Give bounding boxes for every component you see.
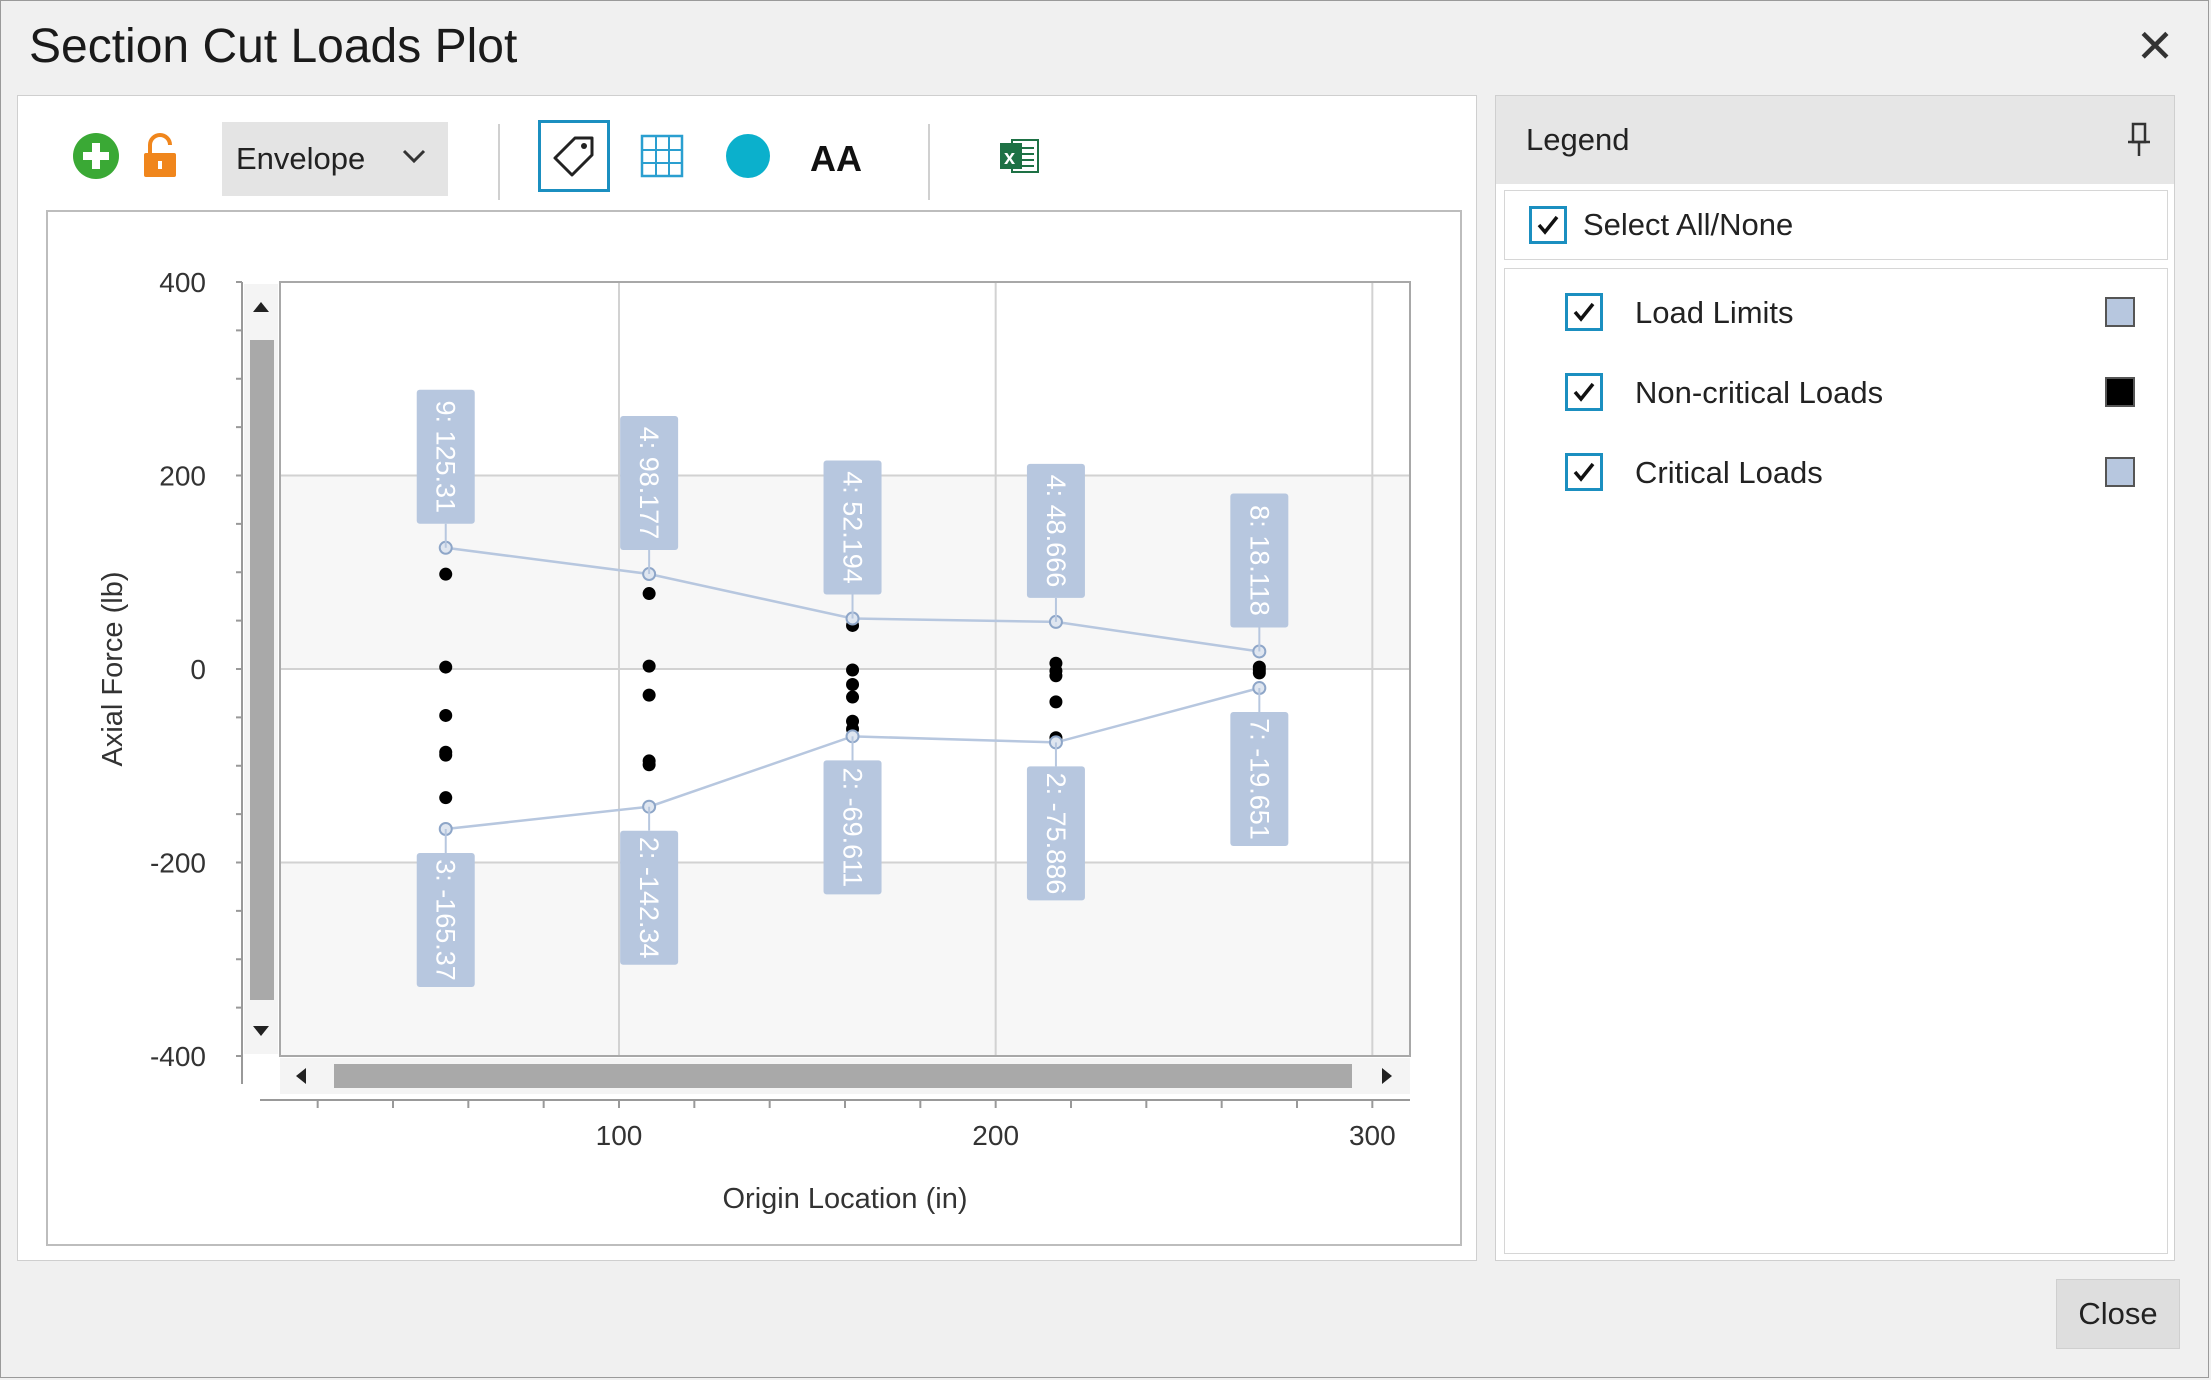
checkmark-icon — [1537, 215, 1559, 235]
non-critical-load-point — [846, 663, 860, 677]
tag-icon[interactable] — [538, 120, 610, 192]
non-critical-load-point — [642, 688, 656, 702]
svg-text:x: x — [1004, 147, 1015, 169]
close-icon[interactable]: ✕ — [2132, 23, 2178, 69]
toolbar-separator — [498, 124, 500, 200]
legend-item-label: Load Limits — [1635, 295, 1794, 330]
critical-loads-checkbox[interactable] — [1565, 453, 1603, 491]
x-axis-label: Origin Location (in) — [723, 1183, 968, 1215]
y-tick-label: 400 — [159, 267, 206, 298]
legend-item-label: Non-critical Loads — [1635, 375, 1884, 410]
legend-header: Legend — [1496, 96, 2174, 184]
scrollbar-thumb — [334, 1064, 1352, 1088]
non-critical-load-point — [1049, 669, 1063, 683]
select-all-row[interactable]: Select All/None — [1504, 190, 2168, 260]
pin-icon[interactable] — [2124, 120, 2154, 165]
scrollbar-thumb — [250, 340, 274, 1000]
toolbar-separator — [928, 124, 930, 200]
unlock-icon[interactable] — [124, 120, 196, 192]
x-tick-label: 300 — [1349, 1120, 1396, 1151]
y-tick-label: -200 — [150, 848, 206, 879]
non-critical-load-point — [642, 587, 656, 601]
vertical-scrollbar[interactable] — [244, 284, 278, 1054]
select-all-checkbox[interactable] — [1529, 206, 1567, 244]
load-limits-checkbox[interactable] — [1565, 293, 1603, 331]
checkmark-icon — [1573, 302, 1595, 322]
display-mode-dropdown[interactable]: Envelope — [222, 122, 448, 196]
data-label: 3: -165.37 — [431, 859, 461, 981]
checkmark-icon — [1573, 462, 1595, 482]
y-tick-label: 200 — [159, 461, 206, 492]
x-tick-label: 100 — [596, 1120, 643, 1151]
non-critical-load-point — [439, 567, 453, 581]
select-all-label: Select All/None — [1583, 207, 1794, 242]
legend-panel: Legend Select All/None Load Limits Non-c… — [1495, 95, 2175, 1261]
chevron-down-icon — [398, 140, 430, 180]
data-label: 4: 98.177 — [634, 427, 664, 540]
dialog-window: Section Cut Loads Plot ✕ Envelope A A x … — [0, 0, 2209, 1378]
y-axis-label: Axial Force (lb) — [97, 572, 129, 767]
data-label: 7: -19.651 — [1244, 718, 1274, 840]
legend-swatch[interactable] — [2105, 297, 2135, 327]
plot-panel: Envelope AA x 400 200 0 -200 -400 100 20… — [17, 95, 1477, 1261]
color-circle-icon[interactable] — [712, 120, 784, 192]
data-label: 8: 18.118 — [1244, 505, 1274, 616]
data-label: 2: -142.34 — [634, 837, 664, 959]
non-critical-load-point — [439, 791, 453, 805]
legend-swatch[interactable] — [2105, 457, 2135, 487]
chart-frame: 400 200 0 -200 -400 100 200 300 9: 125.31 4: 98… — [46, 210, 1462, 1246]
data-label: 2: -75.886 — [1041, 773, 1071, 895]
checkmark-icon — [1573, 382, 1595, 402]
data-label: 9: 125.31 — [431, 400, 461, 513]
horizontal-scrollbar[interactable] — [280, 1058, 1410, 1094]
non-critical-loads-checkbox[interactable] — [1565, 373, 1603, 411]
close-button[interactable]: Close — [2056, 1279, 2180, 1349]
non-critical-load-point — [642, 659, 656, 673]
dialog-title: Section Cut Loads Plot — [29, 20, 518, 73]
add-icon[interactable] — [60, 120, 132, 192]
non-critical-load-point — [439, 748, 453, 762]
legend-title: Legend — [1526, 122, 1630, 157]
svg-text:A: A — [836, 138, 862, 179]
font-size-icon[interactable]: AA — [800, 120, 872, 192]
legend-item-label: Critical Loads — [1635, 455, 1823, 490]
x-tick-label: 200 — [972, 1120, 1019, 1151]
non-critical-load-point — [846, 690, 860, 704]
non-critical-load-point — [439, 660, 453, 674]
dropdown-value: Envelope — [236, 141, 366, 176]
non-critical-load-point — [1049, 695, 1063, 709]
y-tick-label: 0 — [190, 654, 206, 685]
toolbar: Envelope AA x — [18, 96, 1476, 206]
non-critical-load-point — [1252, 666, 1266, 680]
data-label: 4: 48.666 — [1041, 475, 1071, 588]
data-label: 4: 52.194 — [838, 471, 868, 584]
legend-swatch[interactable] — [2105, 377, 2135, 407]
table-icon[interactable] — [626, 120, 698, 192]
section-cut-loads-chart: 400 200 0 -200 -400 100 200 300 9: 125.31 4: 98… — [97, 267, 1411, 1215]
non-critical-load-point — [846, 677, 860, 691]
data-label: 2: -69.611 — [838, 768, 868, 888]
y-tick-label: -400 — [150, 1041, 206, 1072]
legend-items: Load Limits Non-critical Loads Critical … — [1504, 268, 2168, 1254]
non-critical-load-point — [642, 758, 656, 772]
non-critical-load-point — [439, 708, 453, 722]
excel-export-icon[interactable]: x — [984, 120, 1056, 192]
svg-text:A: A — [810, 138, 836, 179]
